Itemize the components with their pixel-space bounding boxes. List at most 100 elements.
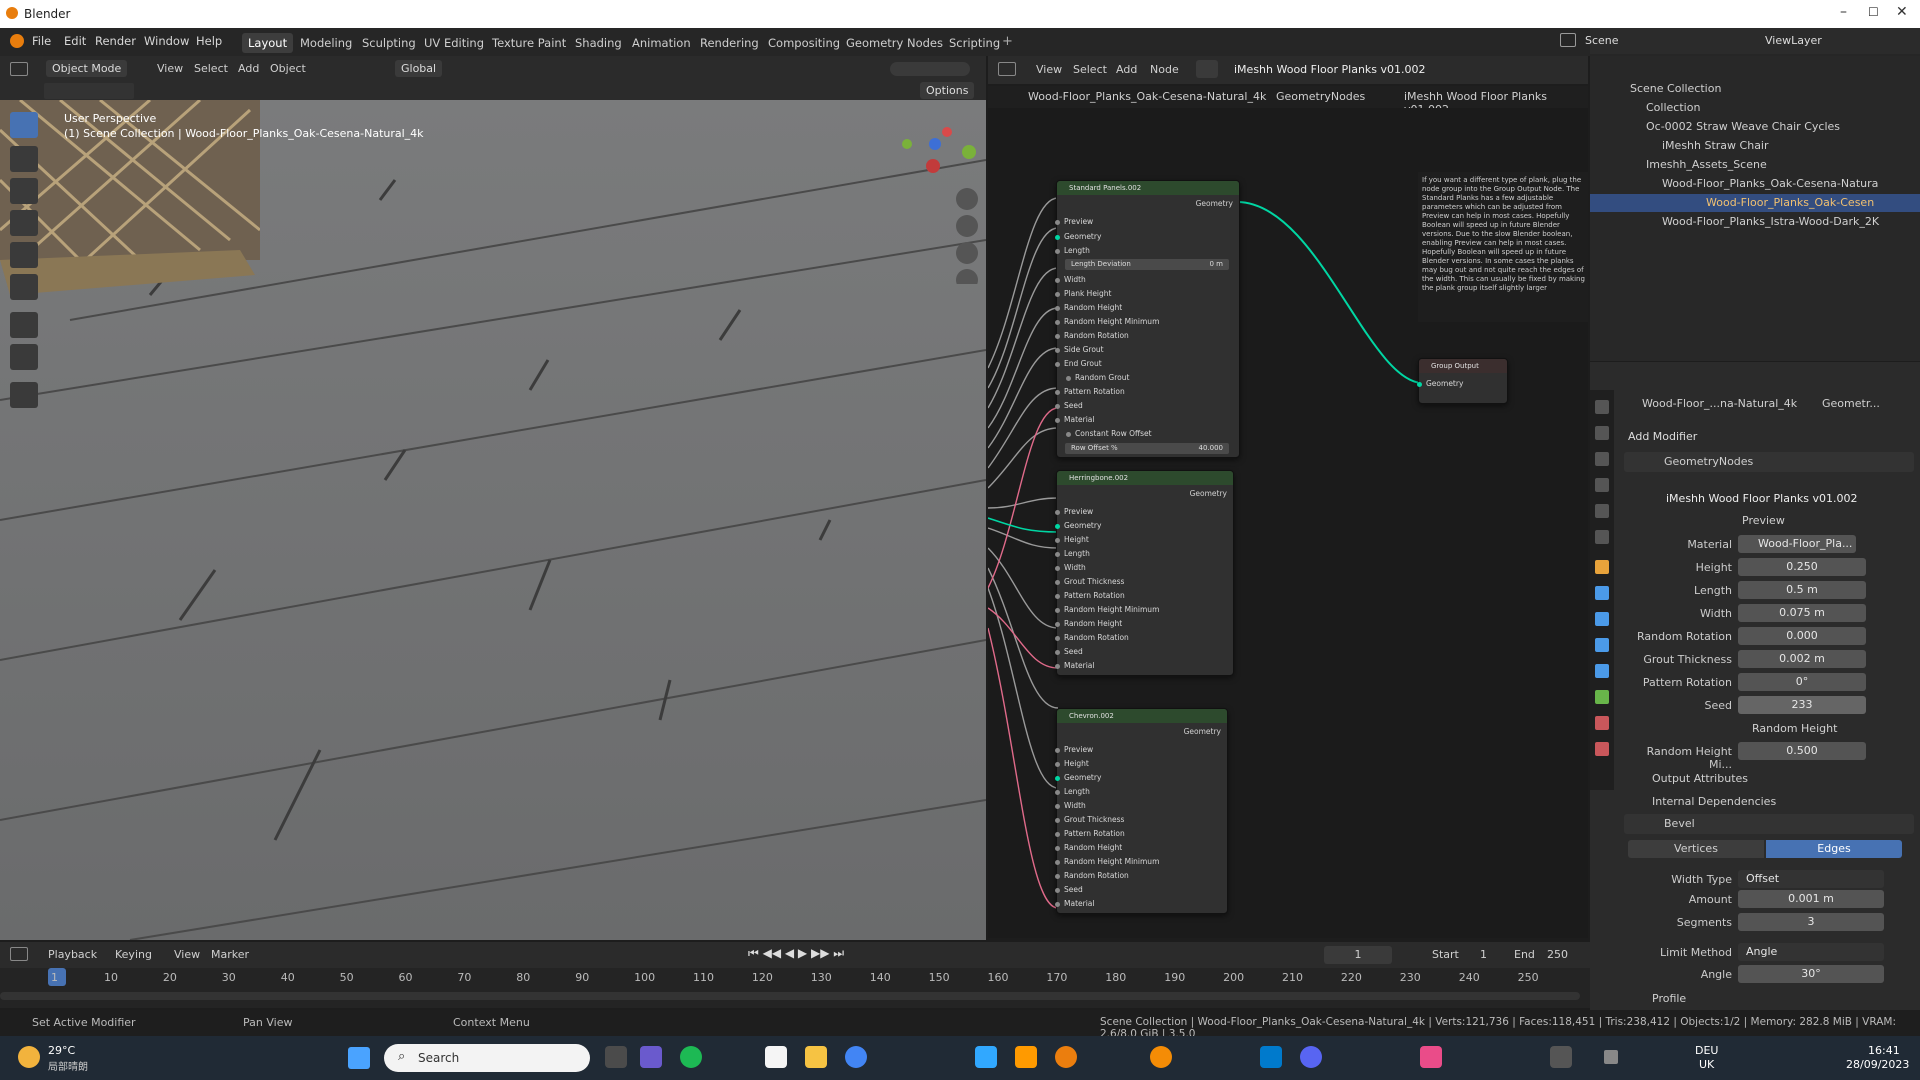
checkbox-random-grout[interactable]: Random Grout (1065, 373, 1129, 382)
annotate-tool-icon[interactable] (10, 312, 38, 338)
socket-preview[interactable]: Preview (1054, 217, 1093, 226)
current-frame-field[interactable]: 1 (1324, 946, 1392, 964)
socket-material[interactable]: Material (1054, 415, 1094, 424)
scale-tool-icon[interactable] (10, 242, 38, 268)
tab-layout[interactable]: Layout (242, 33, 294, 53)
socket-random-rotation[interactable]: Random Rotation (1055, 331, 1129, 340)
end-frame-field[interactable]: 250 (1547, 948, 1568, 961)
random-height-checkbox[interactable]: Random Height (1752, 722, 1837, 735)
transform-tool-icon[interactable] (10, 274, 38, 300)
start-frame-field[interactable]: 1 (1480, 948, 1487, 961)
menu-help[interactable]: Help (196, 34, 222, 48)
playback-controls[interactable]: ⏮ ◀◀ ◀ ▶ ▶▶ ⏭ (748, 946, 848, 962)
timeline-ruler[interactable]: 1 10 20 30 40 50 60 70 80 90 100 110 120 130 140 150 160… (0, 968, 1590, 1008)
particles-tab-icon[interactable] (1595, 612, 1609, 626)
bevel-mod-name[interactable]: Bevel (1664, 817, 1695, 830)
windows-start-icon[interactable] (348, 1047, 370, 1069)
3d-viewport[interactable]: User Perspective (1) Scene Collection | … (0, 100, 986, 940)
menu-file[interactable]: File (32, 34, 51, 48)
node-tree-icon[interactable] (1196, 60, 1218, 78)
node-menu-node[interactable]: Node (1150, 63, 1179, 76)
material-field[interactable]: Wood-Floor_Pla... (1738, 535, 1856, 553)
world-tab-icon[interactable] (1595, 530, 1609, 544)
geo-mod-name[interactable]: GeometryNodes (1664, 455, 1753, 468)
grout-thickness-field[interactable]: 0.002 m (1738, 650, 1866, 668)
group-output-node[interactable]: Group Output Geometry (1416, 358, 1508, 404)
socket-width[interactable]: Width (1055, 801, 1086, 810)
timeline-editor-type-icon[interactable] (10, 947, 28, 961)
socket-material[interactable]: Material (1054, 661, 1094, 670)
texture-tab-icon[interactable] (1595, 742, 1609, 756)
node-tree-name[interactable]: iMeshh Wood Floor Planks v01.002 (1234, 63, 1426, 76)
segments-field[interactable]: 3 (1738, 913, 1884, 931)
socket-preview[interactable]: Preview (1054, 507, 1093, 516)
tab-modeling[interactable]: Modeling (294, 33, 358, 53)
chevron-node[interactable]: Chevron.002 Geometry Preview Height Geom… (1054, 708, 1228, 914)
socket-random-height[interactable]: Random Height (1054, 619, 1122, 628)
minimize-button[interactable]: – (1840, 4, 1847, 20)
socket-geometry[interactable]: Geometry (1054, 232, 1101, 241)
add-cube-tool-icon[interactable] (10, 382, 38, 408)
blender-taskbar-active-icon[interactable] (1150, 1046, 1172, 1068)
task-view-icon[interactable] (605, 1046, 627, 1068)
notion-icon[interactable] (765, 1046, 787, 1068)
socket-random-height[interactable]: Random Height (1054, 303, 1122, 312)
tab-texture-paint[interactable]: Texture Paint (486, 33, 572, 53)
node-menu-view[interactable]: View (1036, 63, 1062, 76)
editor-type-icon[interactable] (10, 62, 28, 76)
tab-geometry-nodes[interactable]: Geometry Nodes (840, 33, 949, 53)
tab-rendering[interactable]: Rendering (694, 33, 765, 53)
group-output-socket[interactable]: Geometry (1416, 379, 1463, 388)
discord-icon[interactable] (1300, 1046, 1322, 1068)
width-type-dropdown[interactable]: Offset (1738, 870, 1884, 888)
clock-time[interactable]: 16:41 (1868, 1044, 1900, 1057)
timeline-menu-keying[interactable]: Keying (115, 948, 152, 961)
add-modifier-dropdown[interactable]: Add Modifier (1628, 430, 1697, 443)
socket-geometry[interactable]: Geometry (1054, 773, 1101, 782)
timeline-menu-playback[interactable]: Playback (48, 948, 97, 961)
chrome-icon[interactable] (845, 1046, 867, 1068)
socket-random-height-min[interactable]: Random Height Minimum (1054, 605, 1159, 614)
view-layer-name[interactable]: ViewLayer (1765, 34, 1822, 47)
socket-length[interactable]: Length (1055, 549, 1090, 558)
select-box-tool-icon[interactable] (10, 112, 38, 138)
tab-sculpting[interactable]: Sculpting (356, 33, 422, 53)
checkbox-constant-row-offset[interactable]: Constant Row Offset (1066, 429, 1152, 438)
timeline-menu-marker[interactable]: Marker (211, 948, 249, 961)
spotify-icon[interactable] (680, 1046, 702, 1068)
socket-width[interactable]: Width (1055, 275, 1086, 284)
socket-random-rotation[interactable]: Random Rotation (1055, 633, 1129, 642)
node-menu-add[interactable]: Add (1116, 63, 1137, 76)
close-button[interactable]: ✕ (1896, 4, 1908, 20)
app-icon[interactable] (1420, 1046, 1442, 1068)
tab-edges[interactable]: Edges (1766, 840, 1902, 858)
tab-animation[interactable]: Animation (626, 33, 697, 53)
keyboard-region[interactable]: UK (1699, 1058, 1714, 1071)
internal-dependencies-panel[interactable]: Internal Dependencies (1652, 795, 1776, 808)
geo-mod-node-group[interactable]: iMeshh Wood Floor Planks v01.002 (1666, 492, 1858, 505)
tool-tab-icon[interactable] (1595, 400, 1609, 414)
row-offset-field[interactable]: Row Offset % 40.000 (1065, 443, 1229, 454)
socket-length[interactable]: Length (1055, 246, 1090, 255)
geometry-nodes-modifier-header[interactable]: GeometryNodes (1624, 452, 1914, 472)
rotate-tool-icon[interactable] (10, 210, 38, 236)
width-field[interactable]: 0.075 m (1738, 604, 1866, 622)
navigation-gizmo[interactable] (895, 114, 985, 284)
outliner-row-scene-collection[interactable]: Scene Collection (1590, 80, 1920, 98)
random-rotation-field[interactable]: 0.000 (1738, 627, 1866, 645)
timeline-scrollbar[interactable] (0, 992, 1580, 1000)
amount-field[interactable]: 0.001 m (1738, 890, 1884, 908)
modifier-tab-icon[interactable] (1595, 586, 1609, 600)
socket-height[interactable]: Height (1055, 759, 1089, 768)
cursor-tool-icon[interactable] (10, 146, 38, 172)
socket-grout-thickness[interactable]: Grout Thickness (1054, 577, 1124, 586)
bevel-modifier-header[interactable]: Bevel (1624, 814, 1914, 834)
material-tab-icon[interactable] (1595, 716, 1609, 730)
scene-tab-icon[interactable] (1595, 504, 1609, 518)
outliner-row-collection[interactable]: Collection (1590, 99, 1920, 117)
length-field[interactable]: 0.5 m (1738, 581, 1866, 599)
tab-compositing[interactable]: Compositing (762, 33, 846, 53)
viewport-menu-add[interactable]: Add (238, 62, 259, 75)
shading-mode-icons[interactable] (890, 62, 970, 76)
clock-date[interactable]: 28/09/2023 (1846, 1058, 1909, 1071)
